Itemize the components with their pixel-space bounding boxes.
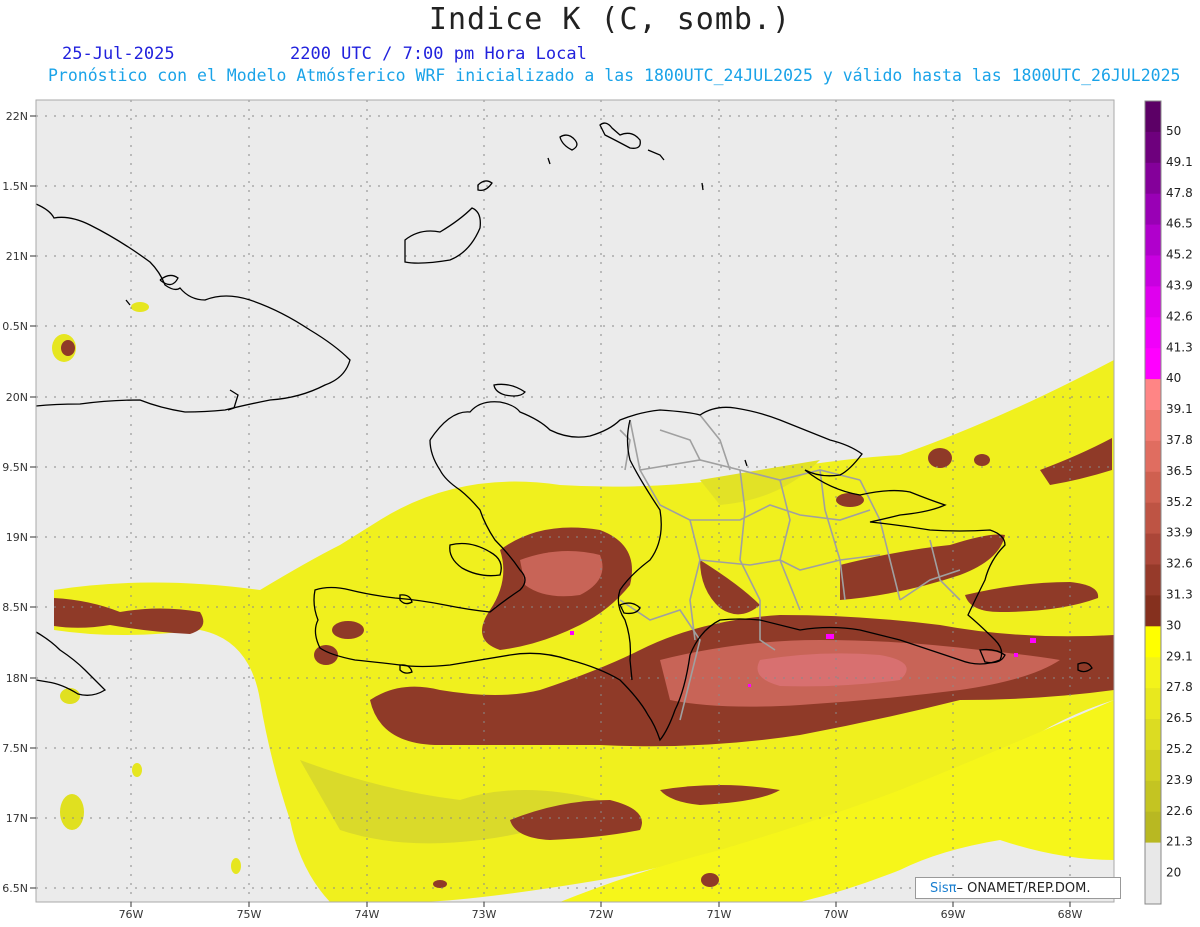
colorbar-swatch: [1145, 317, 1161, 349]
lon-label: 68W: [1058, 908, 1083, 921]
colorbar-label: 42.6: [1166, 309, 1193, 323]
colorbar-swatch: [1145, 811, 1161, 844]
lat-label: 8.5N: [2, 601, 28, 614]
colorbar-label: 50: [1166, 124, 1181, 138]
lon-label: 70W: [824, 908, 849, 921]
colorbar-swatch: [1145, 657, 1161, 689]
colorbar-label: 29.1: [1166, 649, 1193, 663]
colorbar-label: 49.1: [1166, 155, 1193, 169]
colorbar-swatch: [1145, 162, 1161, 195]
colorbar-label: 22.6: [1166, 804, 1193, 818]
colorbar-label: 40: [1166, 371, 1181, 385]
lat-label: 18N: [6, 672, 28, 685]
colorbar-swatch-below: [1145, 842, 1161, 904]
colorbar-label: 32.6: [1166, 557, 1193, 571]
colorbar-label: 27.8: [1166, 680, 1193, 694]
colorbar-swatch: [1145, 626, 1161, 658]
lat-label: 1.5N: [2, 180, 28, 193]
colorbar-swatch: [1145, 564, 1161, 596]
colorbar-label: 45.2: [1166, 248, 1193, 262]
lat-label: 19N: [6, 531, 28, 544]
colorbar-label: 23.9: [1166, 773, 1193, 787]
colorbar-swatch: [1145, 379, 1161, 411]
lat-label: 17N: [6, 812, 28, 825]
colorbar-label: 30: [1166, 618, 1181, 632]
colorbar-label: 37.8: [1166, 433, 1193, 447]
colorbar-label: 41.3: [1166, 340, 1193, 354]
colorbar-swatch: [1145, 101, 1161, 133]
colorbar-label: 36.5: [1166, 464, 1193, 478]
colorbar-swatch: [1145, 502, 1161, 535]
colorbar-label: 25.2: [1166, 742, 1193, 756]
colorbar-label: 21.3: [1166, 835, 1193, 849]
lat-label: 22N: [6, 110, 28, 123]
latitude-labels: 22N 1.5N 21N 0.5N 20N 9.5N 19N 8.5N 18N …: [2, 110, 28, 895]
lon-label: 71W: [707, 908, 732, 921]
lat-label: 6.5N: [2, 882, 28, 895]
credit-box: Sisπ– ONAMET/REP.DOM.: [915, 877, 1121, 899]
lon-label: 76W: [119, 908, 144, 921]
colorbar-label: 26.5: [1166, 711, 1193, 725]
colorbar: 50 49.1 47.8 46.5 45.2 43.9 42.6 41.3 40 39.1 37.8…: [1144, 100, 1193, 905]
colorbar-swatch: [1145, 410, 1161, 442]
colorbar-label: 35.2: [1166, 495, 1193, 509]
lat-label: 20N: [6, 391, 28, 404]
colorbar-swatch: [1145, 348, 1161, 380]
lat-label: 21N: [6, 250, 28, 263]
map-figure: 22N 1.5N 21N 0.5N 20N 9.5N 19N 8.5N 18N …: [2, 99, 1193, 921]
colorbar-swatch: [1145, 224, 1161, 256]
colorbar-swatch: [1145, 286, 1161, 318]
colorbar-label: 31.3: [1166, 588, 1193, 602]
colorbar-swatch: [1145, 595, 1161, 627]
colorbar-label: 39.1: [1166, 402, 1193, 416]
colorbar-label: 47.8: [1166, 186, 1193, 200]
lon-label: 74W: [355, 908, 380, 921]
colorbar-swatch: [1145, 780, 1161, 813]
colorbar-swatch: [1145, 719, 1161, 751]
colorbar-label: 20: [1166, 866, 1181, 880]
colorbar-swatch: [1145, 131, 1161, 164]
colorbar-swatch: [1145, 440, 1161, 473]
colorbar-swatch: [1145, 688, 1161, 720]
colorbar-swatch: [1145, 471, 1161, 504]
lat-label: 0.5N: [2, 320, 28, 333]
credit-brand: Sisπ: [930, 881, 957, 896]
colorbar-swatch: [1145, 193, 1161, 226]
lon-label: 69W: [941, 908, 966, 921]
colorbar-label: 46.5: [1166, 217, 1193, 231]
credit-org: – ONAMET/REP.DOM.: [956, 881, 1091, 896]
colorbar-swatch: [1145, 749, 1161, 782]
lon-label: 75W: [237, 908, 262, 921]
lat-label: 7.5N: [2, 742, 28, 755]
colorbar-swatch: [1145, 255, 1161, 287]
lat-label: 9.5N: [2, 461, 28, 474]
colorbar-label: 33.9: [1166, 526, 1193, 540]
colorbar-label: 43.9: [1166, 279, 1193, 293]
lon-label: 72W: [589, 908, 614, 921]
colorbar-swatch: [1145, 533, 1161, 565]
lon-label: 73W: [472, 908, 497, 921]
longitude-labels: 76W 75W 74W 73W 72W 71W 70W 69W 68W: [119, 908, 1083, 921]
